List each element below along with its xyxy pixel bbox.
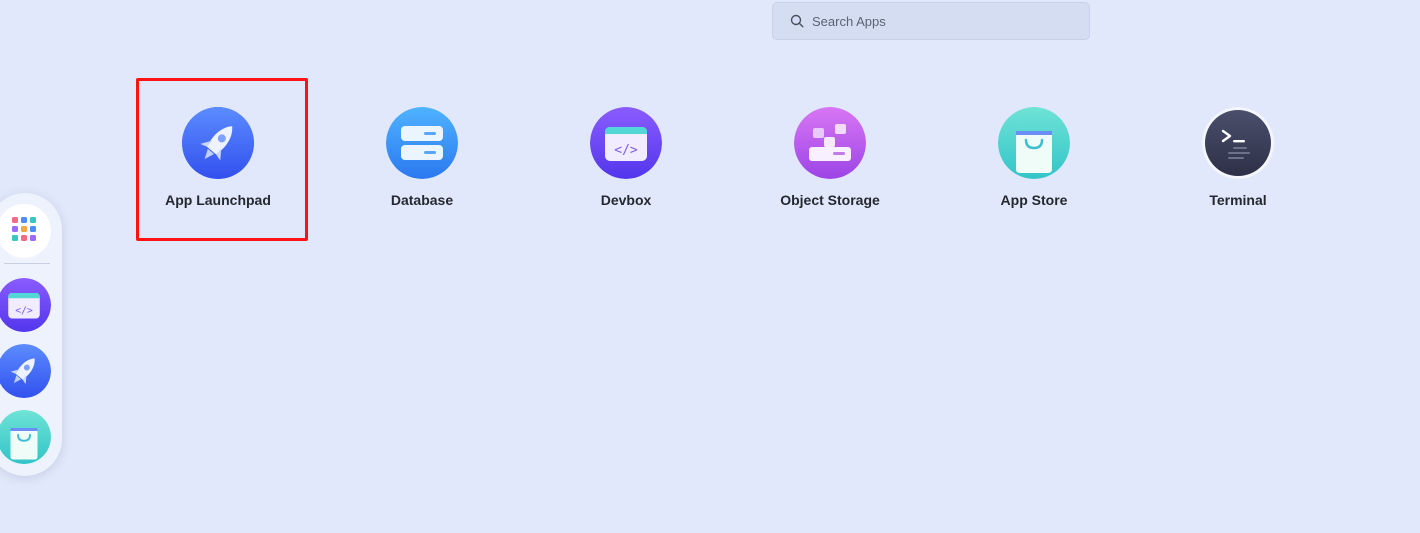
app-grid-icon (11, 216, 37, 247)
app-object-storage[interactable]: Object Storage (745, 107, 915, 208)
storage-blocks-icon (794, 107, 866, 179)
app-label: Database (390, 192, 454, 208)
app-launchpad[interactable]: App Launchpad (133, 107, 303, 208)
database-icon (386, 107, 458, 179)
rocket-icon (0, 344, 51, 398)
app-label: Terminal (1209, 192, 1267, 208)
code-folder-icon: </> (0, 278, 51, 332)
dock-separator (4, 263, 50, 264)
shopping-bag-icon (998, 107, 1070, 179)
app-label: App Store (1000, 192, 1068, 208)
dock-launchpad[interactable] (0, 344, 51, 398)
app-label: Devbox (600, 192, 652, 208)
search-bar[interactable] (772, 2, 1090, 40)
dock-launchpad-grid[interactable] (0, 204, 51, 258)
terminal-icon (1202, 107, 1274, 179)
app-label: App Launchpad (165, 192, 271, 208)
app-terminal[interactable]: Terminal (1153, 107, 1323, 208)
rocket-icon (182, 107, 254, 179)
dock-app-store[interactable] (0, 410, 51, 464)
dock-devbox[interactable]: </> (0, 278, 51, 332)
side-dock: </> (0, 193, 62, 476)
app-devbox[interactable]: </> Devbox (541, 107, 711, 208)
svg-text:</>: </> (15, 305, 33, 316)
app-label: Object Storage (780, 192, 880, 208)
search-icon (790, 14, 804, 28)
shopping-bag-icon (0, 410, 51, 464)
code-folder-icon: </> (590, 107, 662, 179)
app-store[interactable]: App Store (949, 107, 1119, 208)
app-database[interactable]: Database (337, 107, 507, 208)
svg-text:</>: </> (614, 143, 638, 158)
search-input[interactable] (810, 12, 1074, 30)
